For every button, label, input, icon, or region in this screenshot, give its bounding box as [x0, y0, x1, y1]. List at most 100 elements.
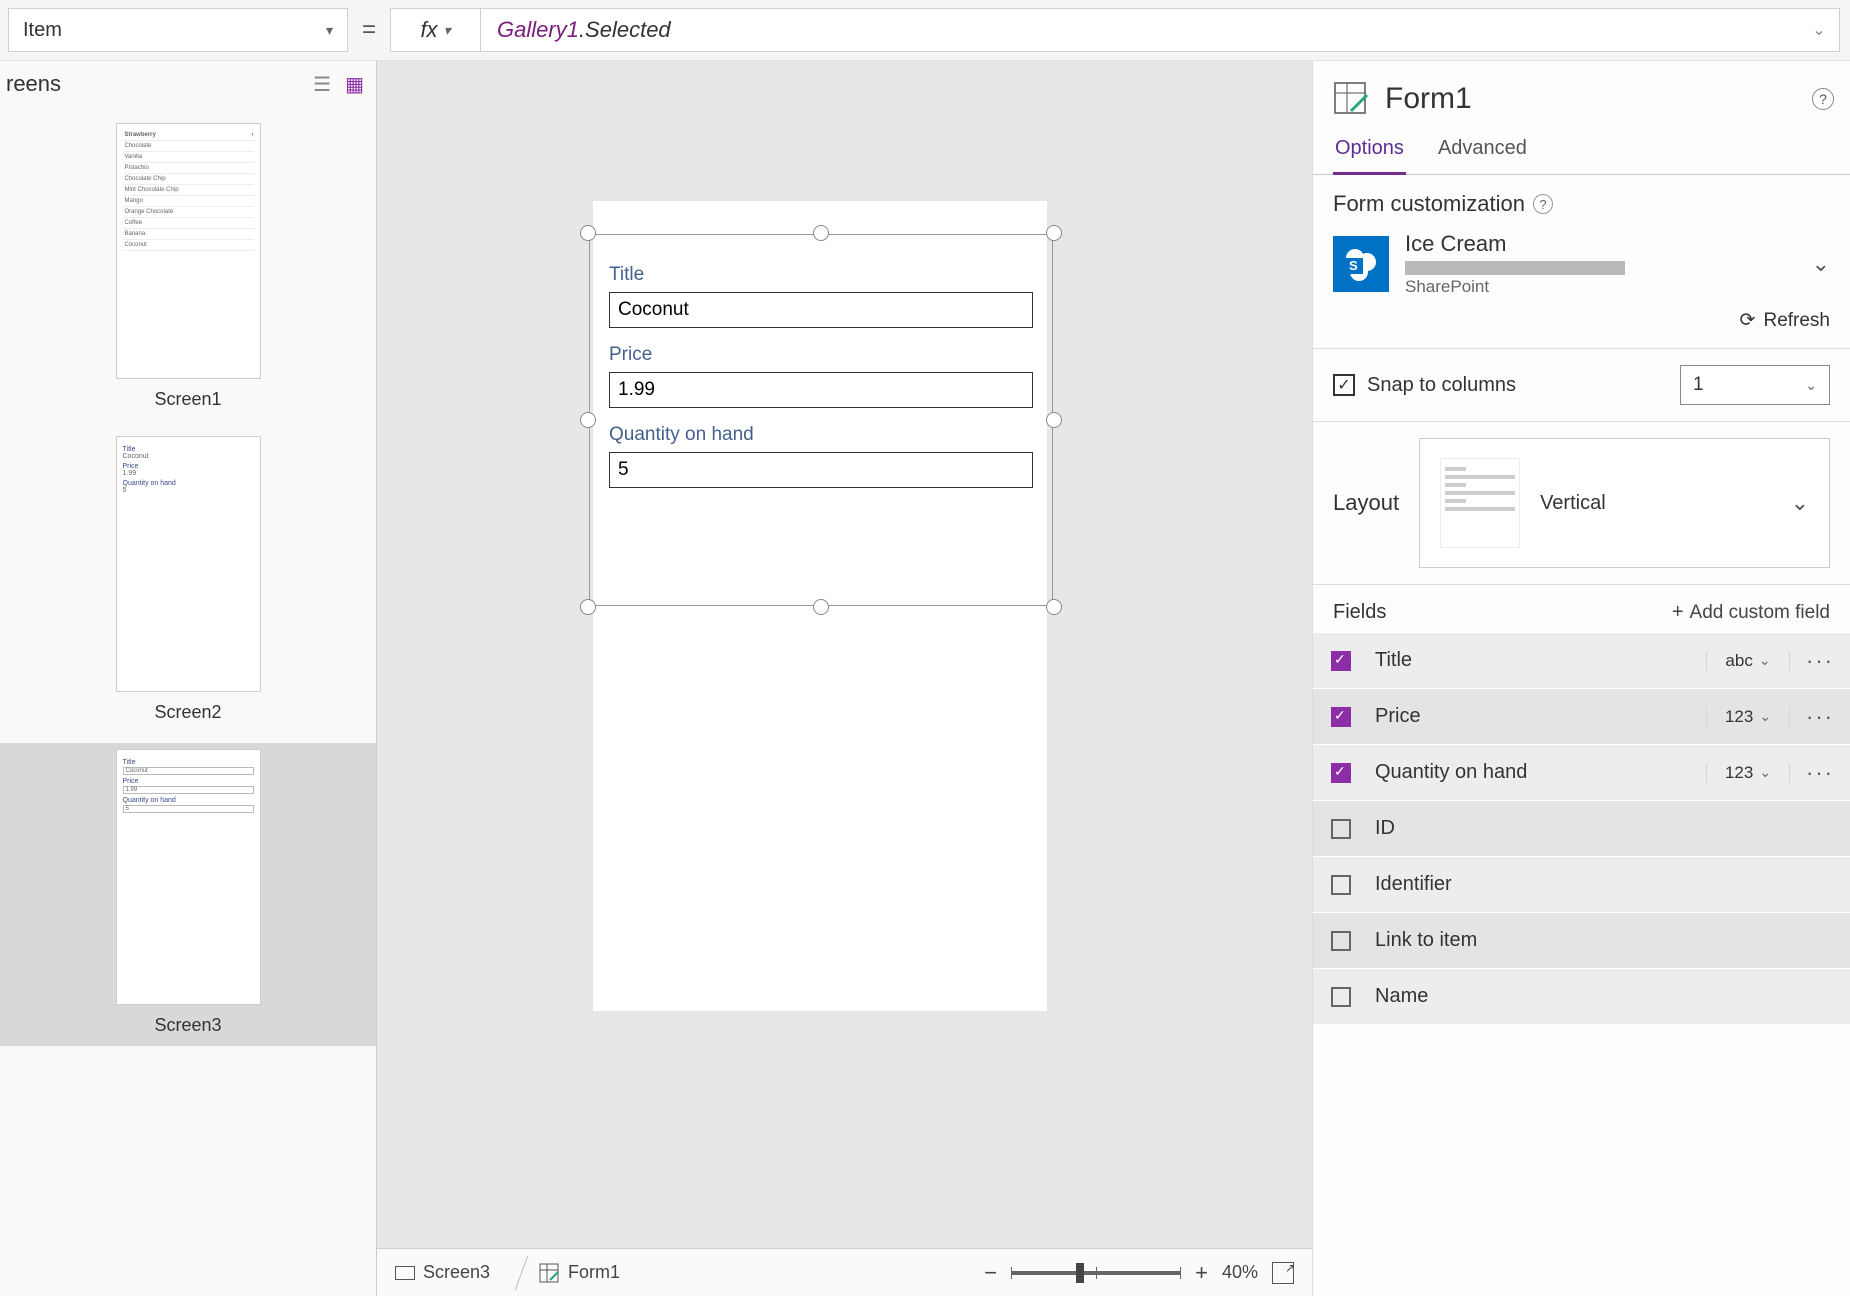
field-type-dropdown[interactable]: abc⌄	[1706, 651, 1790, 671]
sharepoint-icon: S	[1333, 236, 1389, 292]
layout-value: Vertical	[1540, 492, 1771, 515]
screen-thumbnail-screen3[interactable]: Title Coconut Price 1.99 Quantity on han…	[0, 743, 376, 1046]
formula-text[interactable]: Gallery1.Selected	[481, 17, 1799, 43]
property-dropdown-value: Item	[23, 19, 62, 42]
field-input-quantity[interactable]	[609, 452, 1033, 488]
screen-thumbnail-screen2[interactable]: Title Coconut Price 1.99 Quantity on han…	[0, 430, 376, 733]
field-row-identifier[interactable]: Identifier	[1313, 856, 1850, 912]
formula-bar[interactable]: fx ▾ Gallery1.Selected ⌄	[390, 8, 1840, 52]
field-checkbox[interactable]	[1331, 707, 1351, 727]
chevron-down-icon: ▾	[444, 22, 451, 39]
formula-expand-icon[interactable]: ⌄	[1799, 20, 1839, 40]
field-name: ID	[1369, 817, 1850, 840]
field-more-button[interactable]: ···	[1790, 760, 1850, 786]
zoom-in-button[interactable]: +	[1195, 1260, 1208, 1286]
field-checkbox[interactable]	[1331, 763, 1351, 783]
fit-screen-button[interactable]: ↗	[1272, 1262, 1294, 1284]
tab-advanced[interactable]: Advanced	[1436, 127, 1529, 174]
field-row-price[interactable]: Price 123⌄ ···	[1313, 688, 1850, 744]
property-dropdown[interactable]: Item ▾	[8, 8, 348, 52]
datasource-provider: SharePoint	[1405, 277, 1796, 297]
fx-button[interactable]: fx ▾	[391, 9, 481, 51]
field-label-quantity: Quantity on hand	[609, 424, 1033, 446]
screen-thumbnail-screen1[interactable]: Strawberry› Chocolate Vanilla Pistachio …	[0, 117, 376, 420]
tab-options[interactable]: Options	[1333, 127, 1406, 175]
fields-heading: Fields	[1333, 601, 1386, 624]
resize-handle[interactable]	[580, 599, 596, 615]
datasource-name: Ice Cream	[1405, 231, 1796, 257]
breadcrumb-form-label: Form1	[568, 1262, 620, 1283]
field-row-quantity[interactable]: Quantity on hand 123⌄ ···	[1313, 744, 1850, 800]
resize-handle[interactable]	[580, 225, 596, 241]
field-more-button[interactable]: ···	[1790, 704, 1850, 730]
screen-thumbnail-preview: Strawberry› Chocolate Vanilla Pistachio …	[116, 123, 261, 379]
snap-to-columns-checkbox[interactable]	[1333, 374, 1355, 396]
field-input-title[interactable]	[609, 292, 1033, 328]
field-checkbox[interactable]	[1331, 651, 1351, 671]
screen-thumbnail-label: Screen2	[0, 702, 376, 723]
breadcrumb-screen[interactable]: Screen3	[395, 1262, 500, 1283]
tree-view-title: reens	[6, 71, 61, 97]
field-checkbox[interactable]	[1331, 819, 1351, 839]
form-selection[interactable]: Title Price Quantity on hand	[579, 224, 1063, 616]
field-row-title[interactable]: Title abc⌄ ···	[1313, 632, 1850, 688]
screen-thumbnail-label: Screen1	[0, 389, 376, 410]
zoom-slider[interactable]	[1011, 1271, 1181, 1275]
datasource-row[interactable]: S Ice Cream SharePoint ⌄	[1333, 231, 1830, 297]
resize-handle[interactable]	[813, 225, 829, 241]
field-label-price: Price	[609, 344, 1033, 366]
resize-handle[interactable]	[1046, 225, 1062, 241]
breadcrumb-form[interactable]: Form1	[538, 1262, 630, 1284]
chevron-down-icon: ⌄	[1805, 377, 1817, 394]
field-name: Title	[1369, 649, 1706, 672]
plus-icon: +	[1672, 601, 1684, 624]
help-icon[interactable]: ?	[1812, 88, 1834, 110]
zoom-out-button[interactable]: −	[984, 1260, 997, 1286]
field-type-dropdown[interactable]: 123⌄	[1706, 707, 1790, 727]
snap-columns-dropdown[interactable]: 1 ⌄	[1680, 365, 1830, 405]
datasource-redacted	[1405, 261, 1625, 275]
field-checkbox[interactable]	[1331, 931, 1351, 951]
layout-preview-icon	[1440, 458, 1520, 548]
field-input-price[interactable]	[609, 372, 1033, 408]
breadcrumb-screen-label: Screen3	[423, 1262, 490, 1283]
form-icon	[538, 1262, 560, 1284]
snap-columns-value: 1	[1693, 374, 1704, 396]
breadcrumb-separator	[502, 1256, 528, 1290]
status-bar: Screen3 Form1 − + 40% ↗	[377, 1248, 1312, 1296]
screen-thumbnail-preview: Title Coconut Price 1.99 Quantity on han…	[116, 749, 261, 1005]
resize-handle[interactable]	[580, 412, 596, 428]
layout-label: Layout	[1333, 490, 1399, 516]
canvas-area[interactable]: Title Price Quantity on hand Screen3 For…	[377, 60, 1312, 1296]
fx-label: fx	[420, 17, 437, 43]
field-more-button[interactable]: ···	[1790, 648, 1850, 674]
formula-bar-row: Item ▾ = fx ▾ Gallery1.Selected ⌄	[0, 0, 1850, 60]
field-name: Link to item	[1369, 929, 1850, 952]
list-view-icon[interactable]: ☰	[313, 72, 331, 97]
fields-list: Title abc⌄ ··· Price 123⌄ ··· Quantity o…	[1313, 632, 1850, 1024]
resize-handle[interactable]	[1046, 412, 1062, 428]
field-type-dropdown[interactable]: 123⌄	[1706, 763, 1790, 783]
add-custom-field-button[interactable]: + Add custom field	[1672, 601, 1830, 624]
chevron-down-icon: ⌄	[1791, 490, 1809, 516]
refresh-button[interactable]: Refresh	[1763, 310, 1830, 332]
field-row-name[interactable]: Name	[1313, 968, 1850, 1024]
chevron-down-icon: ▾	[326, 22, 333, 39]
refresh-icon[interactable]: ⟳	[1740, 309, 1756, 332]
grid-view-icon[interactable]: ▦	[345, 72, 364, 97]
resize-handle[interactable]	[813, 599, 829, 615]
layout-dropdown[interactable]: Vertical ⌄	[1419, 438, 1830, 568]
help-icon[interactable]: ?	[1533, 194, 1553, 214]
field-checkbox[interactable]	[1331, 987, 1351, 1007]
snap-to-columns-label: Snap to columns	[1367, 374, 1516, 397]
form-customization-heading: Form customization ?	[1333, 191, 1830, 217]
field-checkbox[interactable]	[1331, 875, 1351, 895]
field-row-link[interactable]: Link to item	[1313, 912, 1850, 968]
tree-view-panel: reens ☰ ▦ Strawberry› Chocolate Vanilla …	[0, 60, 377, 1296]
resize-handle[interactable]	[1046, 599, 1062, 615]
screen-icon	[395, 1266, 415, 1280]
chevron-down-icon[interactable]: ⌄	[1812, 251, 1830, 277]
screen-thumbnail-label: Screen3	[0, 1015, 376, 1036]
field-row-id[interactable]: ID	[1313, 800, 1850, 856]
formula-identifier: Gallery1	[497, 17, 579, 42]
